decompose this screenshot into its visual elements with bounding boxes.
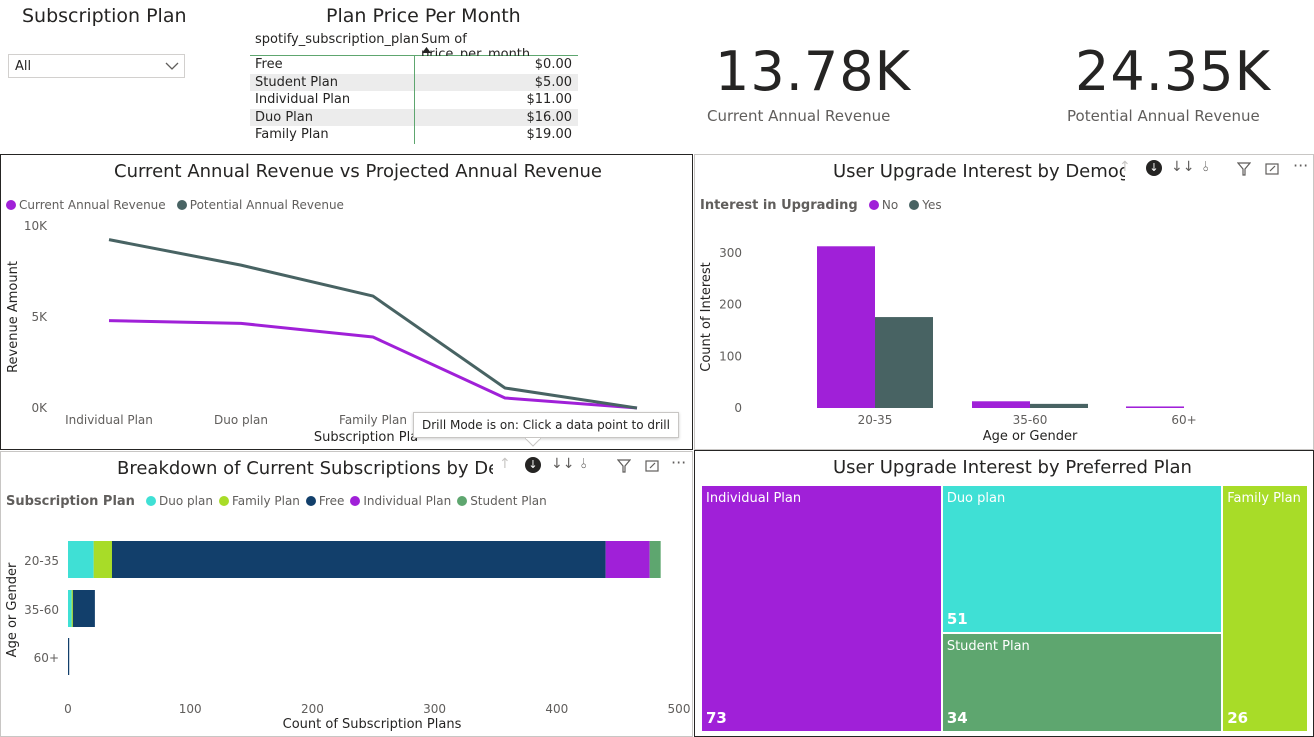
treemap-tile-value: 73 [706, 709, 727, 727]
column-bar [1030, 403, 1088, 408]
slicer-title: Subscription Plan [22, 5, 187, 27]
plan-cell: Duo Plan [255, 109, 313, 125]
y-axis-label: Count of Interest [699, 262, 714, 372]
treemap-tile[interactable]: Individual Plan 73 [702, 486, 941, 731]
x-tick-label: 60+ [1171, 413, 1196, 427]
y-tick-label: 0 [734, 401, 742, 415]
x-tick-label: 0 [64, 702, 72, 716]
treemap-tile[interactable]: Student Plan 34 [942, 634, 1222, 731]
plan-cell: Free [255, 57, 283, 72]
x-axis-label: Count of Subscription Plans [283, 717, 462, 732]
chevron-down-icon [165, 62, 179, 70]
bar-segment [71, 590, 73, 627]
treemap-tile[interactable]: Family Plan 26 [1223, 486, 1307, 731]
x-tick-label: 300 [423, 702, 446, 716]
y-tick-label: 10K [24, 219, 48, 233]
treemap-tile-label: Individual Plan [706, 491, 802, 506]
price-cell: $11.00 [526, 92, 573, 107]
x-tick-label: 35-60 [1013, 413, 1048, 427]
x-tick-label: Duo plan [214, 413, 268, 427]
y-tick-label: 35-60 [24, 603, 59, 617]
plan-cell: Family Plan [255, 127, 329, 142]
treemap-tile-value: 26 [1227, 709, 1249, 727]
bar-segment [68, 541, 94, 578]
treemap-title: User Upgrade Interest by Preferred Plan [833, 457, 1192, 478]
price-cell: $19.00 [526, 127, 573, 142]
bar-chart-svg[interactable]: 0 100 200 300 400 500 20-35 35-60 60+ Count of Su… [1, 452, 692, 736]
series-line [108, 238, 638, 410]
line-chart-svg[interactable]: 0K 5K 10K Individual Plan Duo plan Family Pla… [1, 155, 692, 449]
bar-segment [68, 638, 70, 675]
column-bar [972, 401, 1030, 408]
treemap-tile-label: Student Plan [946, 639, 1030, 655]
price-cell: $16.00 [526, 109, 573, 125]
y-tick-label: 100 [719, 349, 742, 363]
treemap-tile-label: Family Plan [1227, 491, 1301, 506]
price-table: spotify_subscription_plan Sum of price_p… [250, 29, 578, 144]
sort-arrow-icon [422, 47, 431, 53]
bar-segment [605, 541, 650, 578]
x-tick-label: Individual Plan [65, 413, 153, 427]
table-header-plan[interactable]: spotify_subscription_plan [255, 32, 419, 47]
plan-cell: Individual Plan [255, 92, 351, 107]
subscription-breakdown-bar-chart-panel[interactable]: Breakdown of Current Subscriptions by De… [0, 451, 693, 737]
price-table-title: Plan Price Per Month [326, 5, 521, 27]
y-axis-label: Revenue Amount [6, 261, 21, 373]
x-tick-label: 100 [179, 702, 202, 716]
treemap-tile-value: 51 [946, 610, 968, 629]
bar-segment [649, 541, 661, 578]
tooltip-pointer [525, 438, 541, 447]
bar-segment [111, 541, 606, 578]
treemap[interactable]: Individual Plan 73 Duo plan 51 Student Plan 3… [701, 485, 1308, 732]
revenue-line-chart-panel[interactable]: Current Annual Revenue vs Projected Annu… [0, 154, 693, 450]
treemap-tile[interactable]: Duo plan 51 [942, 486, 1222, 633]
y-tick-label: 60+ [34, 651, 59, 665]
bar-segment [68, 590, 72, 627]
treemap-tile-label: Duo plan [946, 491, 1006, 506]
x-tick-label: 500 [668, 702, 691, 716]
price-cell: $5.00 [534, 74, 572, 90]
x-axis-label: Subscription Pla [314, 430, 418, 445]
y-tick-label: 200 [719, 298, 742, 312]
kpi-current-label: Current Annual Revenue [707, 107, 891, 125]
preferred-plan-treemap-panel[interactable]: User Upgrade Interest by Preferred Plan … [694, 450, 1314, 737]
y-tick-label: 5K [31, 310, 48, 324]
column-bar [817, 246, 875, 408]
bar-segment [93, 541, 112, 578]
treemap-tile-value: 34 [946, 708, 968, 727]
y-axis-label: Age or Gender [5, 562, 20, 657]
column-bar [875, 317, 933, 408]
subscription-plan-dropdown[interactable]: All [8, 54, 185, 78]
kpi-potential-value: 24.35K [1075, 40, 1272, 103]
plan-cell: Student Plan [255, 74, 338, 90]
upgrade-interest-column-chart-panel[interactable]: User Upgrade Interest by Demog ↑ ↓ ↓↓ ⫰ … [694, 154, 1314, 450]
x-tick-label: 20-35 [858, 413, 893, 427]
y-tick-label: 20-35 [24, 554, 59, 568]
y-tick-label: 300 [719, 246, 742, 260]
price-cell: $0.00 [534, 57, 572, 72]
bar-segment [72, 590, 95, 627]
x-tick-label: 400 [545, 702, 568, 716]
x-tick-label: 200 [301, 702, 324, 716]
x-tick-label: Family Plan [339, 413, 407, 427]
drill-mode-tooltip: Drill Mode is on: Click a data point to … [413, 412, 679, 438]
column-chart-svg[interactable]: 0 100 200 300 20-35 35-60 60+ Age or Gender Coun… [695, 155, 1313, 449]
x-axis-label: Age or Gender [983, 429, 1078, 444]
y-tick-label: 0K [31, 401, 48, 415]
column-divider [414, 56, 415, 144]
column-bar [1126, 406, 1184, 408]
slicer-value: All [15, 59, 32, 74]
kpi-potential-label: Potential Annual Revenue [1067, 107, 1260, 125]
kpi-current-value: 13.78K [715, 40, 912, 103]
